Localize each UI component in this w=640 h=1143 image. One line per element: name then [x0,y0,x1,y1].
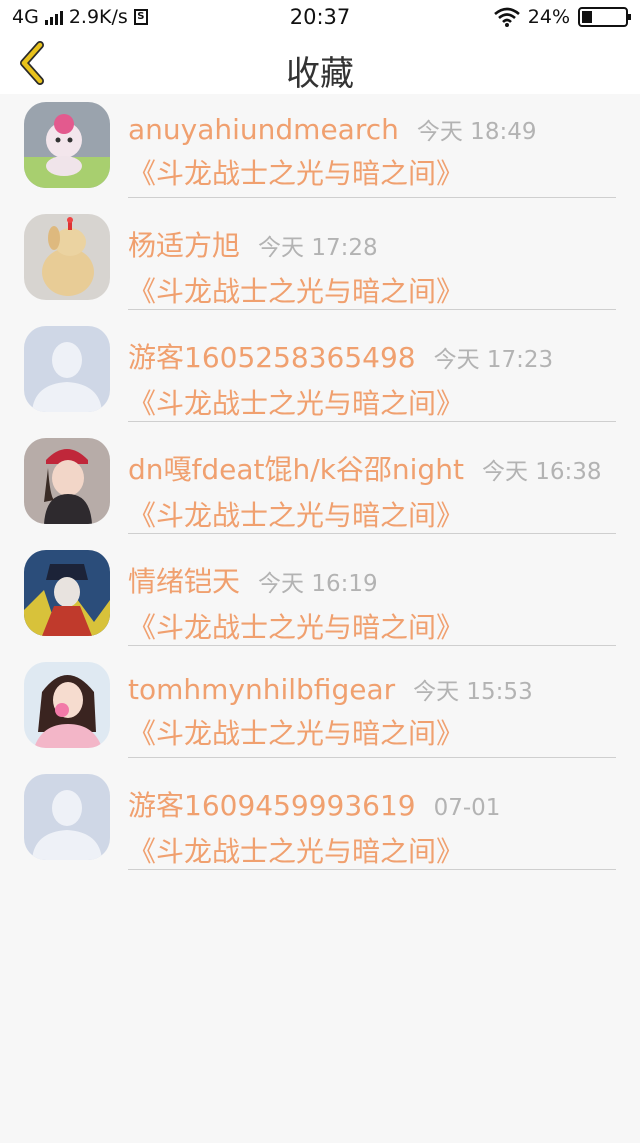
divider [128,421,616,422]
user-name: 游客1609459993619 [128,789,416,822]
user-name: dn嘎fdeat馄h/k谷邵night [128,453,464,486]
book-title: 《斗龙战士之光与暗之间》 [128,387,465,420]
book-title: 《斗龙战士之光与暗之间》 [128,611,465,644]
book-title: 《斗龙战士之光与暗之间》 [128,717,465,750]
avatar[interactable] [24,550,110,636]
user-name: anuyahiundmearch [128,113,399,146]
timestamp: 今天 17:28 [258,235,378,261]
list-item[interactable]: 游客1609459993619 07-01 《斗龙战士之光与暗之间》 [0,766,640,878]
book-title: 《斗龙战士之光与暗之间》 [128,499,465,532]
battery-percent: 24% [527,6,570,28]
avatar[interactable] [24,662,110,748]
list-item[interactable]: 游客1605258365498 今天 17:23 《斗龙战士之光与暗之间》 [0,318,640,430]
book-title: 《斗龙战士之光与暗之间》 [128,275,465,308]
divider [128,197,616,198]
divider [128,533,616,534]
list-item[interactable]: tomhmynhilbfigear 今天 15:53 《斗龙战士之光与暗之间》 [0,654,640,766]
avatar[interactable] [24,214,110,300]
timestamp: 今天 17:23 [433,347,554,373]
battery-icon [578,7,631,27]
default-user-avatar[interactable] [24,326,110,412]
user-name: 杨适方旭 [128,229,241,262]
page-title: 收藏 [286,54,354,94]
timestamp: 今天 18:49 [416,119,537,145]
divider [128,309,616,310]
divider [128,757,616,758]
timestamp: 今天 15:53 [413,679,533,705]
avatar[interactable] [24,102,110,188]
book-title: 《斗龙战士之光与暗之间》 [128,835,465,868]
list-item[interactable]: anuyahiundmearch 今天 18:49 《斗龙战士之光与暗之间》 [0,94,640,206]
book-title: 《斗龙战士之光与暗之间》 [128,157,465,190]
timestamp: 今天 16:19 [258,571,378,597]
header: 收藏 [0,36,640,94]
list-item[interactable]: 情绪铠天 今天 16:19 《斗龙战士之光与暗之间》 [0,542,640,654]
list-item[interactable]: dn嘎fdeat馄h/k谷邵night 今天 16:38 《斗龙战士之光与暗之间… [0,430,640,542]
user-name: 情绪铠天 [128,565,241,598]
timestamp: 今天 16:38 [481,459,602,485]
status-bar: 4G 2.9K/s S 20:37 24% [0,0,640,36]
divider [128,869,616,870]
wifi-icon [493,7,520,27]
favorites-list: anuyahiundmearch 今天 18:49 《斗龙战士之光与暗之间》 杨… [0,94,640,878]
user-name: tomhmynhilbfigear [128,673,396,706]
list-item[interactable]: 杨适方旭 今天 17:28 《斗龙战士之光与暗之间》 [0,206,640,318]
divider [128,645,616,646]
avatar[interactable] [24,438,110,524]
user-name: 游客1605258365498 [128,341,416,374]
default-user-avatar[interactable] [24,774,110,860]
timestamp: 07-01 [433,795,501,821]
